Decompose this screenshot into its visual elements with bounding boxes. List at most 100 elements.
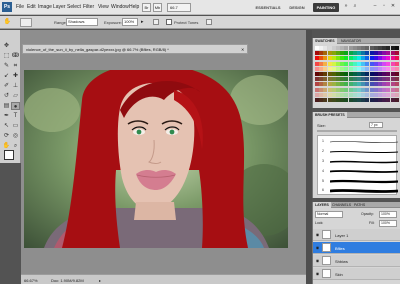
- menu-image[interactable]: Image: [38, 4, 52, 10]
- visibility-eye-icon[interactable]: ◉: [315, 258, 320, 263]
- lasso-tool-icon[interactable]: ↂ: [11, 52, 20, 60]
- close-document-icon[interactable]: ✕: [241, 47, 244, 52]
- exposure-input[interactable]: 100%: [122, 18, 138, 26]
- brush-size-slider[interactable]: [317, 130, 397, 132]
- color-swatch[interactable]: [394, 72, 399, 76]
- brush-tool-icon[interactable]: ✐: [2, 82, 11, 90]
- status-menu-arrow-icon[interactable]: ▸: [99, 278, 101, 283]
- color-swatch[interactable]: [394, 61, 399, 66]
- tab-paths[interactable]: PATHS: [352, 202, 367, 208]
- history-brush-tool-icon[interactable]: ↺: [2, 92, 11, 100]
- workspace-more-icon[interactable]: »: [343, 3, 349, 9]
- visibility-eye-icon[interactable]: ◉: [315, 271, 320, 276]
- tab-layers[interactable]: LAYERS: [313, 202, 331, 208]
- tab-brush-presets[interactable]: BRUSH PRESETS: [313, 112, 347, 118]
- quick-select-tool-icon[interactable]: ✎: [2, 62, 11, 70]
- brush-size-input[interactable]: 7 px: [369, 122, 383, 128]
- burn-tool-icon[interactable]: ✋: [3, 18, 12, 27]
- status-bar: 66.67% Doc: 1.90M/9.82M ▸: [21, 274, 306, 284]
- healing-brush-tool-icon[interactable]: ✚: [11, 72, 20, 80]
- layer-row-skin[interactable]: ◉ Skin: [313, 268, 400, 280]
- workspace-design[interactable]: DESIGN: [287, 3, 307, 12]
- brush-preset-item[interactable]: 3: [322, 158, 400, 165]
- menu-layer[interactable]: Layer: [53, 4, 66, 10]
- image-canvas[interactable]: [24, 70, 288, 248]
- protect-tones-checkbox[interactable]: [166, 19, 172, 25]
- crop-tool-icon[interactable]: ⌗: [11, 62, 20, 70]
- close-icon[interactable]: ✕: [390, 3, 396, 9]
- brush-preset-item[interactable]: 6: [322, 187, 400, 194]
- menu-view[interactable]: View: [98, 4, 109, 10]
- brush-panel-tabs: BRUSH PRESETS: [313, 112, 400, 118]
- workspace-painting[interactable]: PAINTING: [313, 3, 339, 12]
- color-swatch[interactable]: [394, 51, 399, 56]
- document-info: Doc: 1.90M/9.82M: [51, 278, 84, 283]
- layer-thumbnail: [322, 269, 331, 278]
- tab-navigator[interactable]: NAVIGATOR: [339, 38, 363, 44]
- layer-thumbnail: [322, 243, 331, 252]
- zoom-tool-icon[interactable]: ⌕: [11, 142, 20, 150]
- document-tab[interactable]: violence_of_the_sun_ii_by_nella_gaspar-d…: [22, 44, 248, 54]
- menu-help[interactable]: Help: [129, 4, 139, 10]
- 3d-camera-tool-icon[interactable]: ◎: [11, 132, 20, 140]
- hand-tool-icon[interactable]: ✋: [2, 142, 11, 150]
- layer-row-layer-1[interactable]: ◉ Layer 1: [313, 229, 400, 241]
- menu-filter[interactable]: Filter: [83, 4, 94, 10]
- type-tool-icon[interactable]: T: [11, 112, 20, 120]
- document-tab-title: violence_of_the_sun_ii_by_nella_gaspar-d…: [26, 47, 169, 52]
- layer-row-bflies[interactable]: ◉ Bflies: [313, 242, 400, 254]
- exposure-slider-arrow-icon[interactable]: ▸: [141, 19, 144, 25]
- tablet-pressure-icon[interactable]: [206, 19, 212, 25]
- tab-swatches[interactable]: SWATCHES: [313, 38, 337, 44]
- bridge-icon[interactable]: Br: [142, 3, 151, 12]
- workspace-essentials[interactable]: ESSENTIALS: [254, 3, 282, 12]
- range-dropdown[interactable]: Shadows: [66, 18, 98, 26]
- visibility-eye-icon[interactable]: ◉: [315, 245, 320, 250]
- minimize-icon[interactable]: –: [372, 3, 378, 9]
- zoom-readout[interactable]: 66.67%: [24, 278, 38, 283]
- layer-row-shbiws[interactable]: ◉ Shbiws: [313, 255, 400, 267]
- marquee-tool-icon[interactable]: ⬚: [2, 52, 11, 60]
- 3d-rotate-tool-icon[interactable]: ⟳: [2, 132, 11, 140]
- foreground-color-swatch[interactable]: [4, 150, 14, 160]
- search-icon[interactable]: ⌕: [352, 3, 358, 9]
- pen-tool-icon[interactable]: ✒: [2, 112, 11, 120]
- brush-preset-picker[interactable]: [20, 18, 32, 27]
- maximize-icon[interactable]: ▫: [381, 3, 387, 9]
- burn-tool-icon[interactable]: ●: [11, 102, 20, 110]
- menu-edit[interactable]: Edit: [27, 4, 36, 10]
- brush-preset-item[interactable]: 1: [322, 138, 400, 145]
- color-swatch[interactable]: [394, 82, 399, 87]
- move-tool-icon[interactable]: ✥: [2, 42, 11, 50]
- tab-channels[interactable]: CHANNELS: [330, 202, 353, 208]
- color-swatch[interactable]: [394, 92, 399, 97]
- eyedropper-tool-icon[interactable]: ↙: [2, 72, 11, 80]
- opacity-input[interactable]: 100%: [379, 211, 397, 218]
- brush-preset-item[interactable]: 4: [322, 168, 400, 175]
- color-swatch[interactable]: [394, 46, 399, 50]
- blend-mode-dropdown[interactable]: Normal: [315, 211, 343, 218]
- mini-bridge-icon[interactable]: Mb: [153, 3, 162, 12]
- color-swatch[interactable]: [394, 77, 399, 82]
- menu-file[interactable]: File: [16, 4, 24, 10]
- color-swatch[interactable]: [394, 66, 399, 71]
- shape-tool-icon[interactable]: ▭: [11, 122, 20, 130]
- color-swatch[interactable]: [394, 56, 399, 61]
- photoshop-logo: Ps: [2, 2, 12, 12]
- left-eye: [136, 129, 142, 135]
- clone-stamp-tool-icon[interactable]: ⊥: [11, 82, 20, 90]
- path-select-tool-icon[interactable]: ↖: [2, 122, 11, 130]
- eraser-tool-icon[interactable]: ▱: [11, 92, 20, 100]
- fill-input[interactable]: 100%: [379, 220, 397, 227]
- swatch-grid[interactable]: [315, 46, 399, 104]
- visibility-eye-icon[interactable]: ◉: [315, 232, 320, 237]
- brush-preset-item[interactable]: 5: [322, 178, 400, 185]
- airbrush-icon[interactable]: [153, 19, 159, 25]
- menu-select[interactable]: Select: [67, 4, 81, 10]
- brush-preset-item[interactable]: 2: [322, 148, 400, 155]
- menu-window[interactable]: Window: [111, 4, 129, 10]
- color-swatch[interactable]: [394, 87, 399, 92]
- zoom-level-dropdown[interactable]: 66.7: [167, 3, 191, 12]
- color-swatch[interactable]: [394, 98, 399, 102]
- gradient-tool-icon[interactable]: ▤: [2, 102, 11, 110]
